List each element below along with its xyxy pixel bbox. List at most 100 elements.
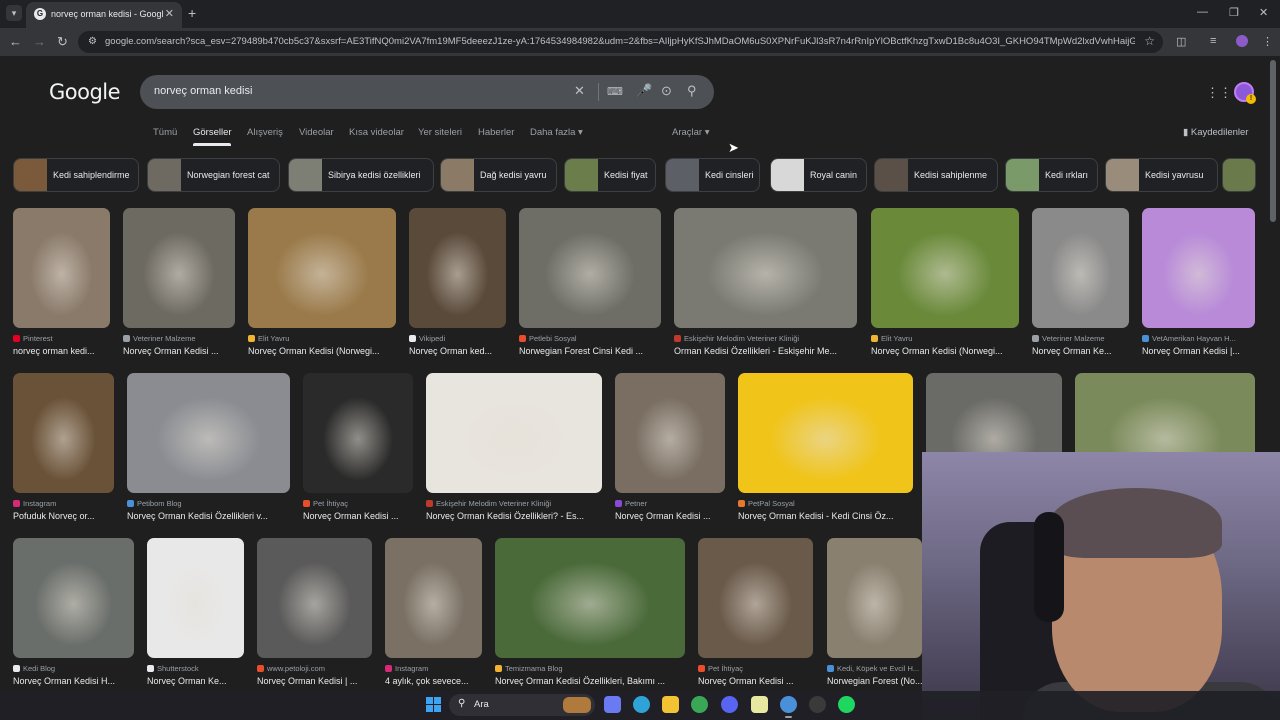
result-title[interactable]: Norveç Orman Kedisi ... xyxy=(123,346,235,356)
copilot-icon[interactable] xyxy=(604,696,621,713)
related-chip[interactable]: Kedisi yavrusu xyxy=(1105,158,1218,192)
result-source[interactable]: Instagram xyxy=(13,499,114,508)
image-result[interactable]: Pet İhtiyaç Norveç Orman Kedisi ... xyxy=(303,373,413,529)
result-source[interactable]: PetPal Sosyal xyxy=(738,499,913,508)
result-title[interactable]: Norveç Orman Kedisi ... xyxy=(615,511,725,521)
image-result[interactable]: VetAmerikan Hayvan H... Norveç Orman Kedi… xyxy=(1142,208,1255,364)
result-title[interactable]: Norveç Orman Ke... xyxy=(1032,346,1129,356)
image-result[interactable]: Elit Yavru Norveç Orman Kedisi (Norwegi..… xyxy=(248,208,396,364)
result-thumbnail[interactable] xyxy=(13,538,134,658)
image-result[interactable]: Pinterest norveç orman kedi... xyxy=(13,208,110,364)
image-result[interactable]: Veteriner Malzeme Norveç Orman Kedisi ... xyxy=(123,208,235,364)
tab-more[interactable]: Daha fazla ▾ xyxy=(530,127,583,138)
result-title[interactable]: Norveç Orman ked... xyxy=(409,346,506,356)
image-result[interactable]: Shutterstock Norveç Orman Ke... xyxy=(147,538,244,694)
back-icon[interactable]: ← xyxy=(9,34,22,49)
related-chip[interactable]: Sibirya kedisi özellikleri xyxy=(288,158,434,192)
media-icon[interactable]: ≡ xyxy=(1210,35,1216,47)
image-result[interactable]: www.petoloji.com Norveç Orman Kedisi | ..… xyxy=(257,538,372,694)
image-result[interactable]: Veteriner Malzeme Norveç Orman Ke... xyxy=(1032,208,1129,364)
related-chip[interactable]: Kedisi sahiplenme xyxy=(874,158,998,192)
site-info-icon[interactable]: ⚙ xyxy=(88,36,97,47)
related-chip[interactable]: Norwegian forest cat xyxy=(147,158,280,192)
related-chip[interactable]: Royal canin xyxy=(770,158,867,192)
keyboard-icon[interactable]: ⌨ xyxy=(607,85,623,98)
new-tab-icon[interactable]: + xyxy=(188,5,196,21)
image-result[interactable]: Vikipedi Norveç Orman ked... xyxy=(409,208,506,364)
tab-short-videos[interactable]: Kısa videolar xyxy=(349,127,404,138)
result-title[interactable]: Norveç Orman Kedisi | ... xyxy=(257,676,372,686)
saved-button[interactable]: ▮ Kaydedilenler xyxy=(1183,127,1248,138)
spotify-icon[interactable] xyxy=(838,696,855,713)
address-bar[interactable]: ⚙ google.com/search?sca_esv=279489b470cb… xyxy=(78,31,1163,53)
menu-icon[interactable]: ⋮ xyxy=(1262,35,1273,48)
notepad-icon[interactable] xyxy=(751,696,768,713)
result-thumbnail[interactable] xyxy=(13,373,114,493)
result-title[interactable]: Pofuduk Norveç or... xyxy=(13,511,114,521)
taskbar-search[interactable]: ⚲ Ara xyxy=(449,694,595,716)
result-source[interactable]: Pinterest xyxy=(13,334,110,343)
related-chip[interactable]: Kedi cinsleri xyxy=(665,158,760,192)
result-title[interactable]: Norveç Orman Kedisi H... xyxy=(13,676,134,686)
result-thumbnail[interactable] xyxy=(827,538,922,658)
result-thumbnail[interactable] xyxy=(13,208,110,328)
result-source[interactable]: Elit Yavru xyxy=(871,334,1019,343)
result-thumbnail[interactable] xyxy=(426,373,602,493)
result-source[interactable]: Eskişehir Melodim Veteriner Kliniği xyxy=(674,334,857,343)
result-title[interactable]: Norwegian Forest Cinsi Kedi ... xyxy=(519,346,661,356)
result-source[interactable]: Petlebi Sosyal xyxy=(519,334,661,343)
result-source[interactable]: Kedi, Köpek ve Evcil H... xyxy=(827,664,922,673)
result-title[interactable]: Norveç Orman Kedisi ... xyxy=(698,676,813,686)
result-source[interactable]: Veteriner Malzeme xyxy=(123,334,235,343)
result-thumbnail[interactable] xyxy=(127,373,290,493)
result-source[interactable]: Vikipedi xyxy=(409,334,506,343)
image-result[interactable]: Eskişehir Melodim Veteriner Kliniği Orman… xyxy=(674,208,857,364)
result-source[interactable]: Pet İhtiyaç xyxy=(698,664,813,673)
search-box[interactable]: norveç orman kedisi ✕ ⌨ 🎤 ⊙ ⚲ xyxy=(140,75,714,109)
forward-icon[interactable]: → xyxy=(33,34,46,49)
result-thumbnail[interactable] xyxy=(248,208,396,328)
result-thumbnail[interactable] xyxy=(123,208,235,328)
result-source[interactable]: Eskişehir Melodim Veteriner Kliniği xyxy=(426,499,602,508)
result-title[interactable]: Norveç Orman Kedisi ... xyxy=(303,511,413,521)
tab-places[interactable]: Yer siteleri xyxy=(418,127,462,138)
reload-icon[interactable]: ↻ xyxy=(57,34,68,50)
image-result[interactable]: Petlebi Sosyal Norwegian Forest Cinsi Ked… xyxy=(519,208,661,364)
result-source[interactable]: Kedi Blog xyxy=(13,664,134,673)
result-title[interactable]: Norwegian Forest (No... xyxy=(827,676,922,686)
minimize-icon[interactable]: — xyxy=(1197,6,1208,18)
result-source[interactable]: Veteriner Malzeme xyxy=(1032,334,1129,343)
image-result[interactable]: Petibom Blog Norveç Orman Kedisi Özellikl… xyxy=(127,373,290,529)
result-thumbnail[interactable] xyxy=(871,208,1019,328)
result-source[interactable]: Petner xyxy=(615,499,725,508)
result-title[interactable]: norveç orman kedi... xyxy=(13,346,110,356)
file-explorer-icon[interactable] xyxy=(662,696,679,713)
result-title[interactable]: Orman Kedisi Özellikleri - Eskişehir Me.… xyxy=(674,346,857,356)
discord-icon[interactable] xyxy=(721,696,738,713)
google-logo[interactable]: Google xyxy=(49,80,121,104)
browser-profile-avatar[interactable] xyxy=(1236,35,1248,47)
tools-button[interactable]: Araçlar ▾ xyxy=(672,127,710,138)
account-avatar[interactable]: ! xyxy=(1234,82,1256,104)
image-result[interactable]: Temizmama Blog Norveç Orman Kedisi Özelli… xyxy=(495,538,685,694)
result-thumbnail[interactable] xyxy=(257,538,372,658)
result-thumbnail[interactable] xyxy=(1142,208,1255,328)
chrome-icon[interactable] xyxy=(691,696,708,713)
result-thumbnail[interactable] xyxy=(519,208,661,328)
result-title[interactable]: Norveç Orman Kedisi - Kedi Cinsi Öz... xyxy=(738,511,913,521)
lens-icon[interactable]: ⊙ xyxy=(661,83,672,99)
clear-icon[interactable]: ✕ xyxy=(574,83,585,99)
microphone-icon[interactable]: 🎤 xyxy=(636,83,652,99)
result-thumbnail[interactable] xyxy=(495,538,685,658)
image-result[interactable]: Elit Yavru Norveç Orman Kedisi (Norwegi..… xyxy=(871,208,1019,364)
result-source[interactable]: Shutterstock xyxy=(147,664,244,673)
result-thumbnail[interactable] xyxy=(674,208,857,328)
image-result[interactable]: Kedi Blog Norveç Orman Kedisi H... xyxy=(13,538,134,694)
browser-tab[interactable]: G norveç orman kedisi - Google'da ✕ xyxy=(26,2,182,28)
close-window-icon[interactable]: ✕ xyxy=(1259,6,1268,19)
result-source[interactable]: VetAmerikan Hayvan H... xyxy=(1142,334,1255,343)
result-source[interactable]: Elit Yavru xyxy=(248,334,396,343)
related-chip[interactable]: Dağ kedisi yavru xyxy=(440,158,557,192)
result-title[interactable]: Norveç Orman Kedisi Özellikleri v... xyxy=(127,511,290,521)
related-chip[interactable]: Kedi ırkları xyxy=(1005,158,1098,192)
